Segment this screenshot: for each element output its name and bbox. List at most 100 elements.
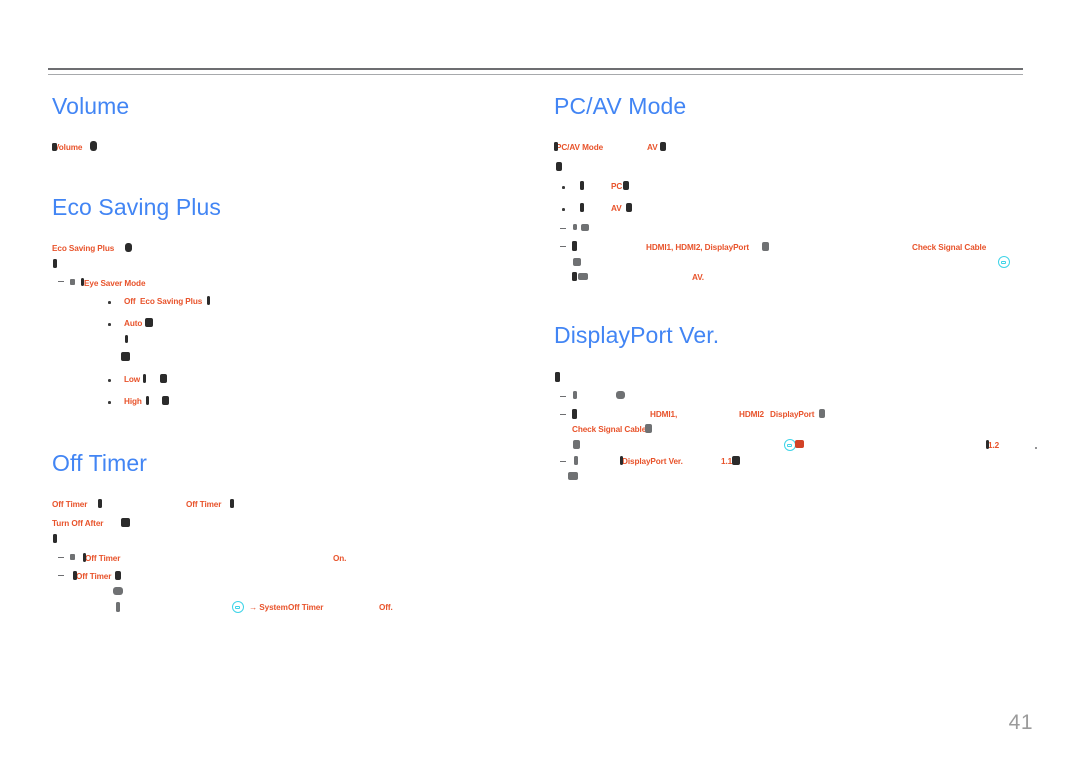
- note-dash: [560, 246, 566, 248]
- glyph-artifact: [616, 391, 625, 399]
- list-bullet: [108, 401, 111, 404]
- glyph-artifact: [113, 587, 123, 595]
- note-dash: [560, 414, 566, 416]
- glyph-artifact: [73, 571, 77, 580]
- glyph-artifact: [573, 224, 577, 230]
- pc-av-option-pc: PC: [611, 182, 623, 191]
- glyph-artifact: [52, 143, 57, 151]
- section-heading-eco-saving-plus: Eco Saving Plus: [52, 194, 221, 220]
- off-timer-note-4-target: Off Timer: [288, 603, 324, 612]
- glyph-artifact: [572, 241, 577, 251]
- off-timer-body-text-1: Off Timer: [52, 500, 88, 509]
- glyph-artifact: [568, 472, 578, 480]
- glyph-artifact: [573, 258, 581, 266]
- glyph-artifact: [795, 440, 804, 448]
- header-rule: [48, 68, 1023, 75]
- pc-av-note-inputs: HDMI1, HDMI2, DisplayPort: [646, 243, 750, 252]
- eco-option-auto: Auto: [124, 319, 143, 328]
- glyph-artifact: [572, 409, 577, 419]
- note-dash: [560, 396, 566, 398]
- glyph-artifact: [573, 440, 580, 449]
- page-number: 41: [1008, 711, 1033, 734]
- eco-option-low: Low: [124, 375, 141, 384]
- pc-av-body-text: PC/AV Mode: [556, 143, 604, 152]
- pc-av-note-av-value: AV.: [692, 273, 704, 282]
- off-timer-note-1: Off Timer: [85, 554, 121, 563]
- glyph-artifact: [620, 456, 623, 465]
- glyph-artifact: [81, 278, 84, 286]
- glyph-artifact: [986, 440, 989, 449]
- glyph-artifact: [98, 499, 102, 508]
- glyph-artifact: [53, 259, 57, 268]
- note-dash: [58, 557, 64, 559]
- eco-option-high: High: [124, 397, 142, 406]
- off-timer-note-4-value: Off.: [379, 603, 393, 612]
- glyph-artifact: [556, 162, 562, 171]
- glyph-artifact: [578, 273, 588, 280]
- glyph-artifact: [819, 409, 825, 418]
- dp-note-hdmi2: HDMI2: [739, 410, 764, 419]
- glyph-artifact: [90, 141, 97, 151]
- glyph-artifact: [230, 499, 234, 508]
- glyph-artifact: [572, 272, 577, 281]
- glyph-artifact: [660, 142, 666, 151]
- eco-body-text: Eco Saving Plus: [52, 244, 115, 253]
- glyph-artifact: [623, 181, 629, 190]
- glyph-artifact: [573, 391, 577, 399]
- menu-icon: [232, 601, 244, 613]
- glyph-artifact: [53, 534, 57, 543]
- glyph-artifact: [207, 296, 210, 305]
- glyph-artifact: [732, 456, 740, 465]
- section-heading-displayport-ver: DisplayPort Ver.: [554, 322, 720, 348]
- glyph-artifact: [580, 203, 584, 212]
- dp-note-version-1-2: 1.2: [988, 441, 1000, 450]
- glyph-artifact: [70, 279, 75, 285]
- dp-note-displayport: DisplayPort: [770, 410, 815, 419]
- off-timer-turn-off-after: Turn Off After: [52, 519, 104, 528]
- glyph-artifact: [115, 571, 121, 580]
- glyph-artifact: [580, 181, 584, 190]
- glyph-artifact: [83, 553, 86, 562]
- eco-option-off-trailing: Eco Saving Plus: [140, 297, 203, 306]
- glyph-artifact: [121, 518, 130, 527]
- eco-note-eye-saver-mode: Eye Saver Mode: [84, 279, 146, 288]
- glyph-artifact: [574, 456, 578, 465]
- glyph-artifact: [145, 318, 153, 327]
- glyph-artifact: [116, 602, 120, 612]
- section-heading-volume: Volume: [52, 93, 130, 119]
- glyph-artifact: [626, 203, 632, 212]
- off-timer-note-4-path: → System: [249, 603, 288, 612]
- dp-note-hdmi1: HDMI1,: [650, 410, 678, 419]
- list-bullet: [562, 208, 565, 211]
- glyph-artifact: [160, 374, 167, 383]
- glyph-artifact: [162, 396, 169, 405]
- list-bullet: [562, 186, 565, 189]
- glyph-artifact: [645, 424, 652, 433]
- volume-body-text: Volume: [54, 143, 83, 152]
- pc-av-option-av: AV: [611, 204, 622, 213]
- off-timer-body-text-2: Off Timer: [186, 500, 222, 509]
- off-timer-note-2: Off Timer: [76, 572, 112, 581]
- list-bullet: [108, 323, 111, 326]
- dp-note-version-1-1: 1.1: [721, 457, 733, 466]
- dp-note-check-signal-cable: Check Signal Cable: [572, 425, 647, 434]
- glyph-artifact: [1035, 447, 1037, 449]
- glyph-artifact: [125, 335, 128, 343]
- note-dash: [560, 461, 566, 463]
- glyph-artifact: [581, 224, 589, 231]
- glyph-artifact: [555, 372, 560, 382]
- glyph-artifact: [762, 242, 769, 251]
- section-heading-pc-av-mode: PC/AV Mode: [554, 93, 687, 119]
- eco-option-off: Off: [124, 297, 136, 306]
- glyph-artifact: [121, 352, 130, 361]
- note-dash: [58, 281, 64, 283]
- glyph-artifact: [70, 554, 75, 560]
- note-dash: [58, 575, 64, 577]
- glyph-artifact: [143, 374, 146, 383]
- glyph-artifact: [125, 243, 132, 252]
- section-heading-off-timer: Off Timer: [52, 450, 148, 476]
- pc-av-body-text-2: AV: [647, 143, 658, 152]
- menu-icon: [998, 256, 1010, 268]
- glyph-artifact: [554, 142, 558, 151]
- list-bullet: [108, 379, 111, 382]
